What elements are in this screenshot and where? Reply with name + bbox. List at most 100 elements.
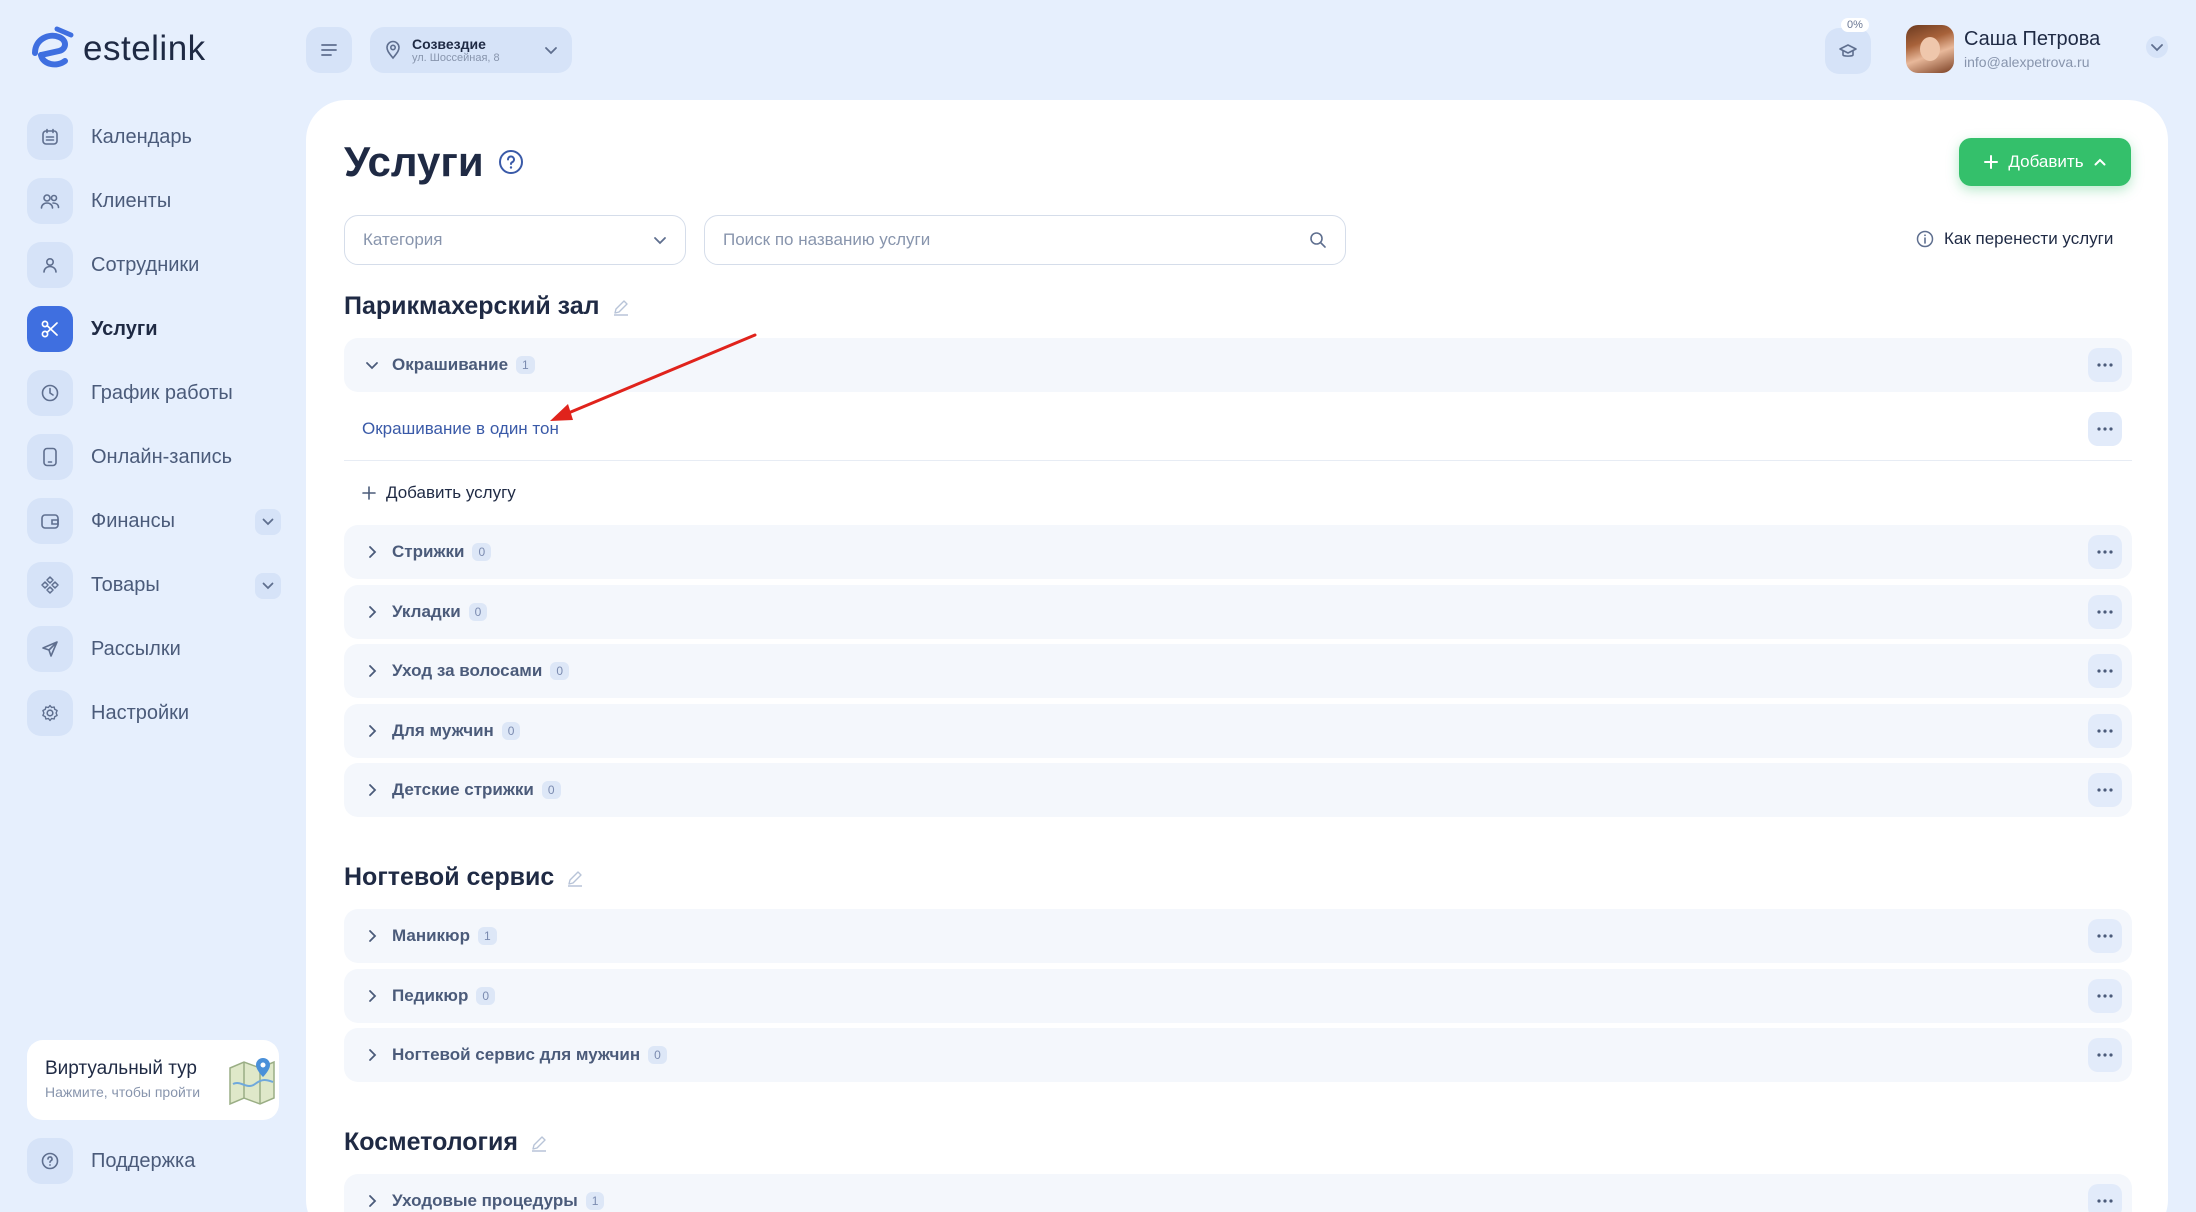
add-service-label: Добавить услугу	[386, 483, 516, 502]
page-title: Услуги	[344, 138, 524, 186]
chevron-right-icon[interactable]	[364, 1047, 380, 1063]
more-button[interactable]	[2088, 595, 2122, 629]
sidebar-item-employees[interactable]: Сотрудники	[27, 242, 281, 288]
chevron-down-icon	[545, 47, 557, 55]
more-button[interactable]	[2088, 412, 2122, 446]
sidebar-item-settings[interactable]: Настройки	[27, 690, 281, 736]
category-row[interactable]: Для мужчин 0	[344, 704, 2132, 758]
more-button[interactable]	[2088, 535, 2122, 569]
category-row[interactable]: Уходовые процедуры 1	[344, 1174, 2132, 1212]
more-button[interactable]	[2088, 714, 2122, 748]
category-row[interactable]: Укладки 0	[344, 585, 2132, 639]
category-row[interactable]: Окрашивание 1	[344, 338, 2132, 392]
category-label: Ногтевой сервис для мужчин	[392, 1045, 641, 1064]
category-label: Для мужчин	[392, 721, 494, 740]
transfer-services-link[interactable]: Как перенести услуги	[1916, 229, 2113, 249]
sidebar-item-label: Услуги	[91, 317, 158, 340]
progress-badge: 0%	[1841, 18, 1869, 32]
virtual-tour-card[interactable]: Виртуальный тур Нажмите, чтобы пройти	[27, 1040, 279, 1120]
sidebar-nav: Календарь Клиенты Сотрудники Услуги Граф…	[27, 114, 281, 754]
employee-icon	[27, 242, 73, 288]
chevron-down-icon[interactable]	[255, 509, 281, 535]
category-placeholder: Категория	[363, 230, 443, 249]
chevron-right-icon[interactable]	[364, 544, 380, 560]
app-logo[interactable]: estelink	[27, 25, 206, 73]
more-button[interactable]	[2088, 1038, 2122, 1072]
search-box[interactable]	[704, 215, 1346, 265]
sidebar-item-clients[interactable]: Клиенты	[27, 178, 281, 224]
add-button[interactable]: Добавить	[1959, 138, 2131, 186]
service-row[interactable]: Окрашивание в один тон	[344, 397, 2132, 461]
search-icon[interactable]	[1309, 231, 1327, 249]
category-label: Педикюр	[392, 986, 469, 1005]
section-title: Косметология	[344, 1128, 548, 1157]
more-icon	[2097, 363, 2113, 367]
more-icon	[2097, 729, 2113, 733]
map-icon	[229, 1058, 275, 1106]
sidebar-item-support[interactable]: Поддержка	[27, 1138, 195, 1184]
user-profile[interactable]: Саша Петрова info@alexpetrova.ru	[1906, 25, 2100, 73]
more-button[interactable]	[2088, 773, 2122, 807]
search-input[interactable]	[723, 230, 1283, 250]
chevron-right-icon[interactable]	[364, 782, 380, 798]
pencil-icon[interactable]	[530, 1134, 548, 1152]
category-row[interactable]: Маникюр 1	[344, 909, 2132, 963]
sidebar-item-label: График работы	[91, 381, 233, 404]
category-row[interactable]: Ногтевой сервис для мужчин 0	[344, 1028, 2132, 1082]
category-count: 0	[468, 603, 488, 621]
more-button[interactable]	[2088, 654, 2122, 688]
more-button[interactable]	[2088, 348, 2122, 382]
category-label: Укладки	[392, 602, 461, 621]
category-row[interactable]: Уход за волосами 0	[344, 644, 2132, 698]
more-button[interactable]	[2088, 979, 2122, 1013]
help-icon[interactable]	[498, 149, 524, 175]
chevron-down-icon[interactable]	[364, 357, 380, 373]
sidebar-item-online-booking[interactable]: Онлайн-запись	[27, 434, 281, 480]
category-label: Уход за волосами	[392, 661, 543, 680]
question-icon	[27, 1138, 73, 1184]
plus-icon	[362, 486, 376, 500]
menu-toggle-button[interactable]	[306, 27, 352, 73]
location-name: Созвездие	[412, 35, 486, 52]
category-count: 0	[476, 987, 496, 1005]
chevron-right-icon[interactable]	[364, 928, 380, 944]
plus-icon	[1984, 155, 1999, 169]
sidebar-item-label: Рассылки	[91, 637, 181, 660]
chevron-right-icon[interactable]	[364, 988, 380, 1004]
service-label[interactable]: Окрашивание в один тон	[362, 419, 559, 439]
sidebar-item-finance[interactable]: Финансы	[27, 498, 281, 544]
products-icon	[27, 562, 73, 608]
sidebar-item-services[interactable]: Услуги	[27, 306, 281, 352]
category-count: 0	[472, 543, 492, 561]
chevron-down-icon[interactable]	[255, 573, 281, 599]
send-icon	[27, 626, 73, 672]
add-button-label: Добавить	[2008, 152, 2084, 171]
category-row[interactable]: Стрижки 0	[344, 525, 2132, 579]
sidebar-item-calendar[interactable]: Календарь	[27, 114, 281, 160]
category-row[interactable]: Детские стрижки 0	[344, 763, 2132, 817]
support-label: Поддержка	[91, 1149, 196, 1172]
location-selector[interactable]: Созвездие ул. Шоссейная, 8	[370, 27, 572, 73]
chevron-right-icon[interactable]	[364, 723, 380, 739]
more-button[interactable]	[2088, 919, 2122, 953]
more-icon	[2097, 934, 2113, 938]
chevron-right-icon[interactable]	[364, 604, 380, 620]
category-row[interactable]: Педикюр 0	[344, 969, 2132, 1023]
chevron-right-icon[interactable]	[364, 663, 380, 679]
pencil-icon[interactable]	[612, 298, 630, 316]
sidebar-item-schedule[interactable]: График работы	[27, 370, 281, 416]
chevron-right-icon[interactable]	[364, 1193, 380, 1209]
sidebar-item-products[interactable]: Товары	[27, 562, 281, 608]
wallet-icon	[27, 498, 73, 544]
pencil-icon[interactable]	[566, 869, 584, 887]
onboarding-progress-button[interactable]	[1825, 28, 1871, 74]
section-title-text: Парикмахерский зал	[344, 292, 600, 320]
more-button[interactable]	[2088, 1184, 2122, 1212]
sidebar-item-mailings[interactable]: Рассылки	[27, 626, 281, 672]
add-service-button[interactable]: Добавить услугу	[362, 483, 516, 503]
user-name: Саша Петрова	[1964, 28, 2101, 50]
user-menu-chevron-icon[interactable]	[2146, 36, 2168, 58]
calendar-icon	[27, 114, 73, 160]
category-select[interactable]: Категория	[344, 215, 686, 265]
more-icon	[2097, 610, 2113, 614]
